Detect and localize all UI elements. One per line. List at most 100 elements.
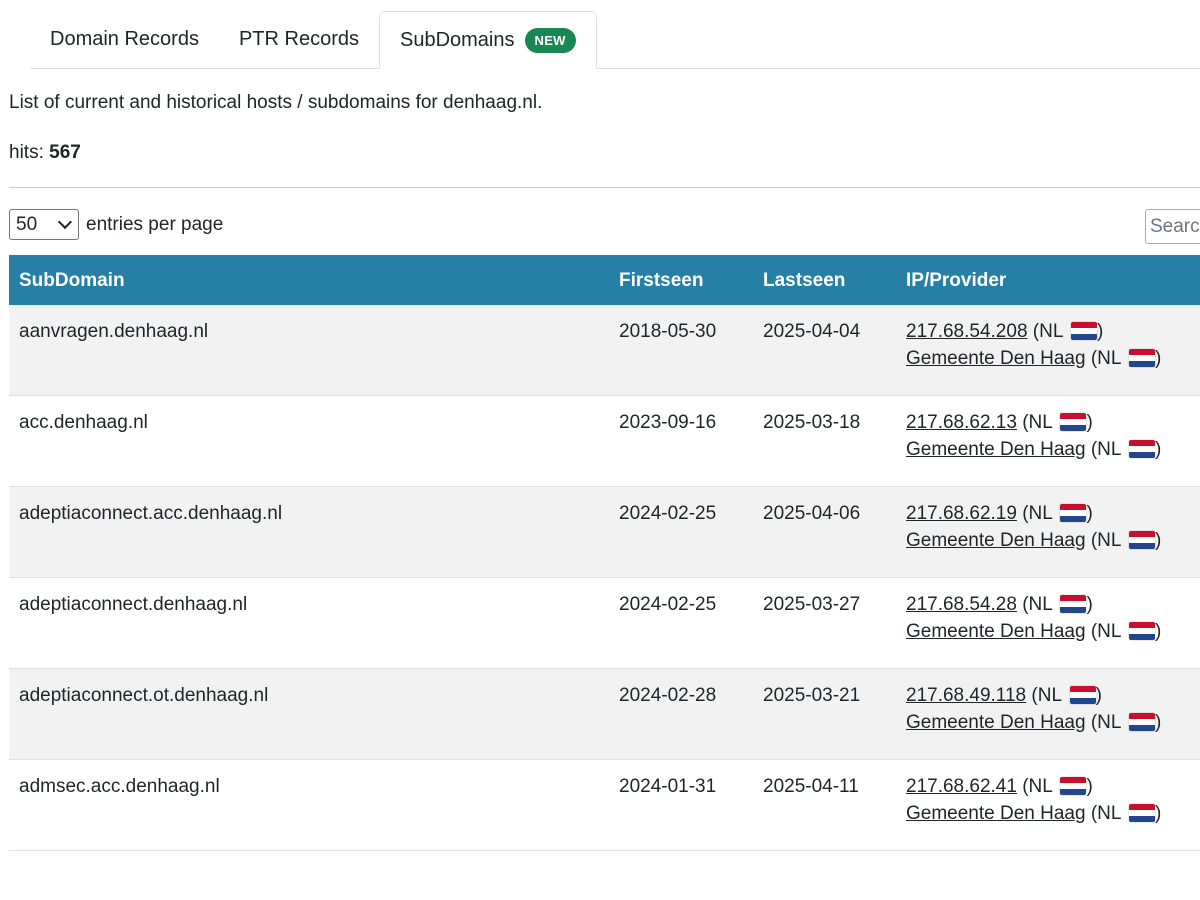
page: Domain Records PTR Records SubDomains NE…: [0, 0, 1200, 900]
ip-country-close: ): [1095, 685, 1102, 706]
firstseen-cell: 2024-02-25: [619, 503, 717, 524]
hits-value: 567: [49, 142, 81, 163]
hits-label: hits:: [9, 142, 44, 163]
ip-address-link[interactable]: 217.68.62.13: [906, 412, 1017, 433]
table-row: admsec.acc.denhaag.nl 2024-01-31 2025-04-1…: [9, 760, 1200, 851]
entries-per-page-select[interactable]: 50: [9, 209, 79, 240]
provider-line: Gemeente Den Haag (NL ): [906, 708, 1161, 738]
ip-line: 217.68.62.13 (NL ): [906, 408, 1161, 438]
lastseen-cell: 2025-04-04: [763, 321, 861, 342]
provider-link[interactable]: Gemeente Den Haag: [906, 712, 1086, 733]
ip-line: 217.68.62.41 (NL ): [906, 772, 1161, 802]
ip-country-close: ): [1086, 594, 1093, 615]
netherlands-flag-icon: [1129, 531, 1156, 549]
ip-country-code: (NL: [1022, 503, 1053, 524]
table-row: acc.denhaag.nl 2023-09-16 2025-03-18 217.68…: [9, 396, 1200, 487]
ip-country-code: (NL: [1022, 594, 1053, 615]
ip-country-code: (NL: [1022, 776, 1053, 797]
ip-address-link[interactable]: 217.68.54.28: [906, 594, 1017, 615]
entries-label: entries per page: [86, 213, 224, 235]
subdomain-cell: aanvragen.denhaag.nl: [19, 321, 209, 342]
ip-address-link[interactable]: 217.68.62.19: [906, 503, 1017, 524]
provider-link[interactable]: Gemeente Den Haag: [906, 439, 1086, 460]
provider-link[interactable]: Gemeente Den Haag: [906, 530, 1086, 551]
entries-control: 50 entries per page: [9, 209, 223, 240]
provider-country-close: ): [1155, 803, 1162, 824]
netherlands-flag-icon: [1060, 413, 1087, 431]
provider-country-close: ): [1155, 530, 1162, 551]
ip-provider-cell: 217.68.62.41 (NL ) Gemeente Den Haag (NL …: [906, 775, 1161, 829]
ip-country-code: (NL: [1031, 685, 1062, 706]
provider-line: Gemeente Den Haag (NL ): [906, 799, 1161, 829]
column-header-lastseen[interactable]: Lastseen: [763, 255, 845, 305]
table-row: adeptiaconnect.denhaag.nl 2024-02-25 2025-…: [9, 578, 1200, 669]
ip-country-close: ): [1097, 321, 1104, 342]
netherlands-flag-icon: [1069, 686, 1096, 704]
lastseen-cell: 2025-03-18: [763, 412, 861, 433]
entries-selected-value: 50: [16, 213, 38, 235]
netherlands-flag-icon: [1129, 804, 1156, 822]
hits-count: hits: 567: [9, 142, 81, 164]
provider-line: Gemeente Den Haag (NL ): [906, 526, 1161, 556]
provider-link[interactable]: Gemeente Den Haag: [906, 803, 1086, 824]
table-row: adeptiaconnect.acc.denhaag.nl 2024-02-25 2…: [9, 487, 1200, 578]
subdomain-cell: acc.denhaag.nl: [19, 412, 148, 433]
firstseen-cell: 2024-01-31: [619, 776, 717, 797]
table-body: aanvragen.denhaag.nl 2018-05-30 2025-04-04…: [9, 305, 1200, 851]
ip-provider-cell: 217.68.62.13 (NL ) Gemeente Den Haag (NL …: [906, 411, 1161, 465]
provider-link[interactable]: Gemeente Den Haag: [906, 348, 1086, 369]
column-header-subdomain[interactable]: SubDomain: [19, 255, 125, 305]
ip-country-close: ): [1086, 412, 1093, 433]
tab-bar: Domain Records PTR Records SubDomains NE…: [30, 11, 1200, 69]
ip-country-close: ): [1086, 776, 1093, 797]
ip-provider-cell: 217.68.49.118 (NL ) Gemeente Den Haag (NL…: [906, 684, 1161, 738]
ip-line: 217.68.62.19 (NL ): [906, 499, 1161, 529]
provider-country-code: (NL: [1090, 348, 1121, 369]
lastseen-cell: 2025-03-27: [763, 594, 861, 615]
ip-provider-cell: 217.68.54.208 (NL ) Gemeente Den Haag (NL…: [906, 320, 1161, 374]
ip-country-code: (NL: [1022, 412, 1053, 433]
netherlands-flag-icon: [1129, 349, 1156, 367]
ip-address-link[interactable]: 217.68.49.118: [906, 685, 1026, 706]
provider-country-close: ): [1155, 712, 1162, 733]
provider-line: Gemeente Den Haag (NL ): [906, 344, 1161, 374]
subdomain-cell: adeptiaconnect.ot.denhaag.nl: [19, 685, 269, 706]
divider: [9, 187, 1200, 188]
lastseen-cell: 2025-04-06: [763, 503, 861, 524]
tab-domain-records[interactable]: Domain Records: [30, 11, 219, 68]
netherlands-flag-icon: [1129, 440, 1156, 458]
provider-country-code: (NL: [1090, 803, 1121, 824]
ip-provider-cell: 217.68.54.28 (NL ) Gemeente Den Haag (NL …: [906, 593, 1161, 647]
subdomains-table: SubDomain Firstseen Lastseen IP/Provider…: [9, 255, 1200, 851]
lastseen-cell: 2025-03-21: [763, 685, 861, 706]
tab-label: PTR Records: [238, 28, 359, 50]
firstseen-cell: 2024-02-25: [619, 594, 717, 615]
column-header-ip-provider[interactable]: IP/Provider: [906, 255, 1006, 305]
firstseen-cell: 2023-09-16: [619, 412, 717, 433]
provider-country-code: (NL: [1090, 712, 1121, 733]
provider-country-code: (NL: [1090, 439, 1121, 460]
subdomain-cell: adeptiaconnect.denhaag.nl: [19, 594, 248, 615]
ip-country-close: ): [1086, 503, 1093, 524]
ip-line: 217.68.54.28 (NL ): [906, 590, 1161, 620]
ip-address-link[interactable]: 217.68.62.41: [906, 776, 1017, 797]
tab-ptr-records[interactable]: PTR Records: [219, 11, 379, 68]
provider-country-close: ): [1155, 348, 1162, 369]
ip-address-link[interactable]: 217.68.54.208: [906, 321, 1028, 342]
table-row: adeptiaconnect.ot.denhaag.nl 2024-02-28 20…: [9, 669, 1200, 760]
column-header-firstseen[interactable]: Firstseen: [619, 255, 703, 305]
tab-label: Domain Records: [50, 28, 199, 50]
provider-line: Gemeente Den Haag (NL ): [906, 617, 1161, 647]
new-badge: NEW: [524, 27, 576, 53]
netherlands-flag-icon: [1060, 777, 1087, 795]
netherlands-flag-icon: [1129, 622, 1156, 640]
provider-link[interactable]: Gemeente Den Haag: [906, 621, 1086, 642]
subdomain-cell: adeptiaconnect.acc.denhaag.nl: [19, 503, 283, 524]
provider-country-close: ): [1155, 621, 1162, 642]
ip-country-code: (NL: [1032, 321, 1063, 342]
provider-country-close: ): [1155, 439, 1162, 460]
netherlands-flag-icon: [1060, 595, 1087, 613]
tab-subdomains[interactable]: SubDomains NEW: [378, 11, 597, 69]
search-input[interactable]: [1145, 209, 1200, 244]
firstseen-cell: 2024-02-28: [619, 685, 717, 706]
